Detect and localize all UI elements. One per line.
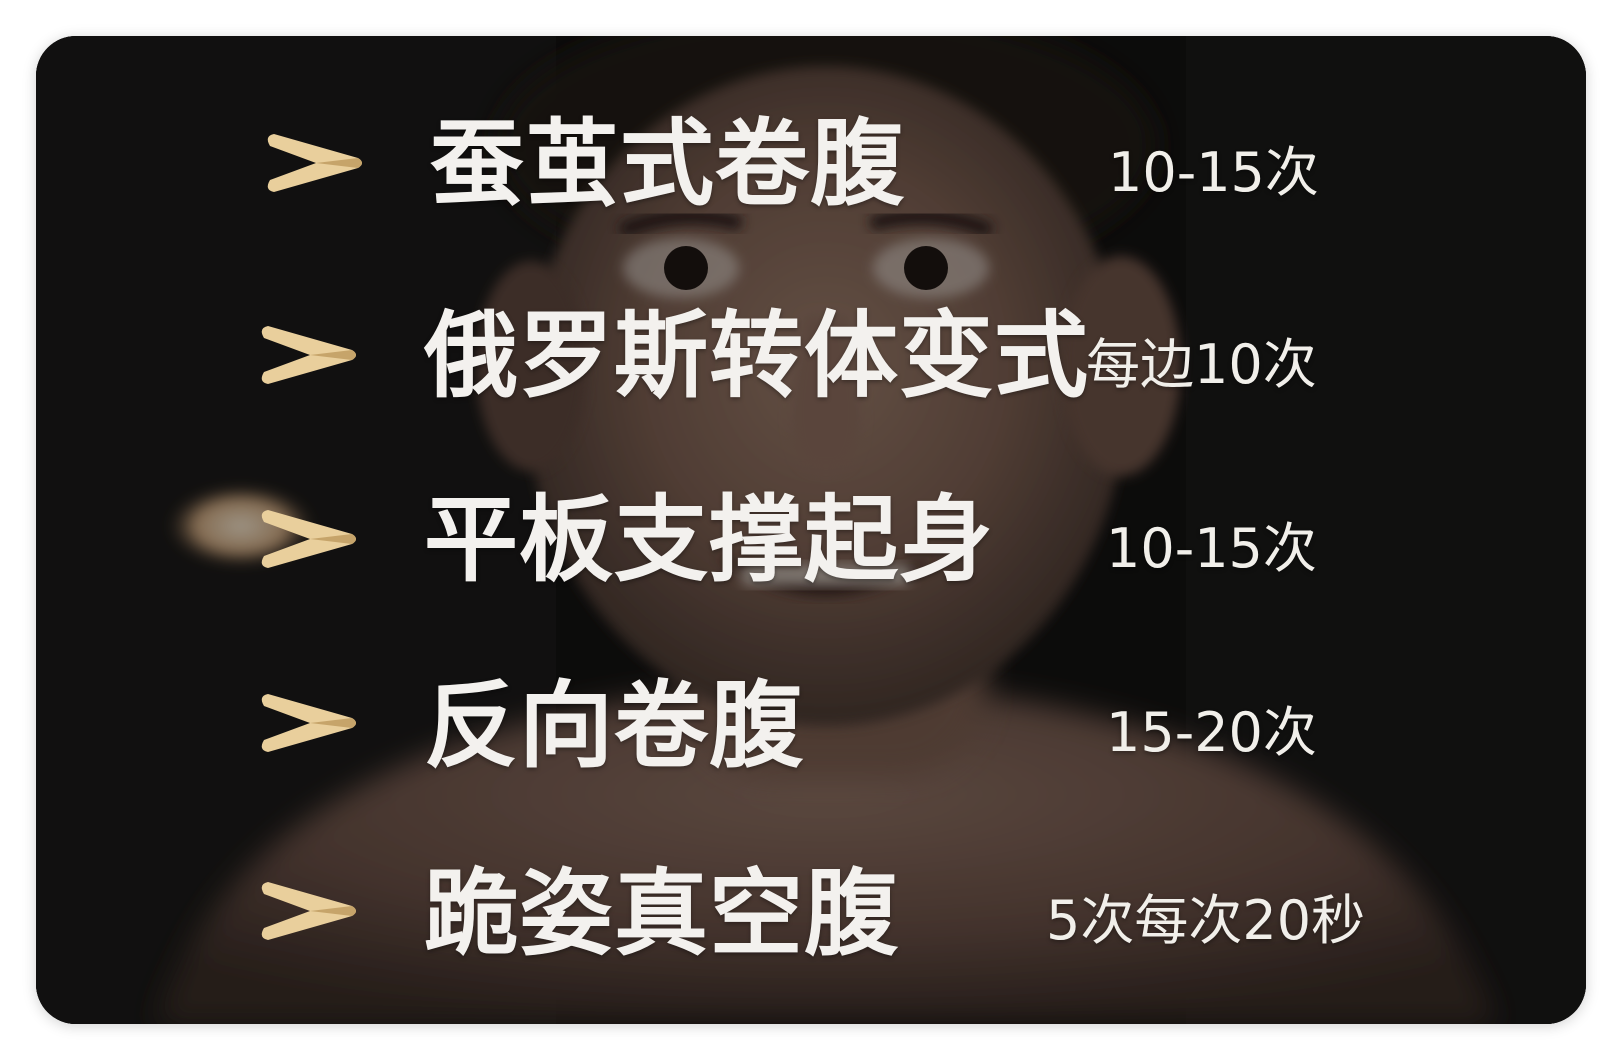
- chevron-right-icon: [261, 510, 356, 568]
- exercise-list: 蚕茧式卷腹 10-15次 俄罗斯转体变式 每边10次 平板支撑起身 10-15次: [36, 36, 1586, 1024]
- list-item: 跪姿真空腹 5次每次20秒: [36, 854, 1586, 974]
- exercise-reps: 15-20次: [1106, 701, 1317, 764]
- exercise-name: 反向卷腹: [424, 672, 805, 781]
- video-frame: 蚕茧式卷腹 10-15次 俄罗斯转体变式 每边10次 平板支撑起身 10-15次: [36, 36, 1586, 1024]
- list-item: 反向卷腹 15-20次: [36, 666, 1586, 786]
- exercise-name: 跪姿真空腹: [424, 860, 900, 969]
- exercise-name: 平板支撑起身: [424, 486, 995, 595]
- exercise-reps: 5次每次20秒: [1046, 889, 1366, 952]
- list-item: 平板支撑起身 10-15次: [36, 482, 1586, 602]
- list-item: 俄罗斯转体变式 每边10次: [36, 298, 1586, 418]
- exercise-reps: 10-15次: [1108, 141, 1319, 204]
- chevron-right-icon: [261, 694, 356, 752]
- exercise-name: 蚕茧式卷腹: [430, 110, 906, 219]
- exercise-reps: 10-15次: [1106, 517, 1317, 580]
- chevron-right-icon: [261, 326, 356, 384]
- chevron-right-icon: [267, 134, 362, 192]
- chevron-right-icon: [261, 882, 356, 940]
- exercise-name: 俄罗斯转体变式: [424, 302, 1090, 411]
- list-item: 蚕茧式卷腹 10-15次: [36, 106, 1586, 226]
- exercise-reps: 每边10次: [1086, 333, 1317, 396]
